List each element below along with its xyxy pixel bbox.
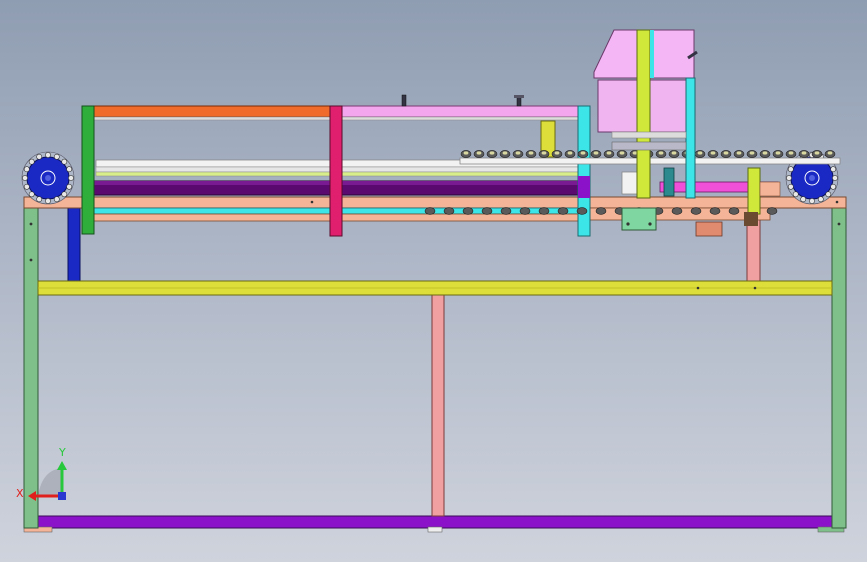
cyan-upright	[577, 105, 591, 237]
axis-x-label: X	[16, 487, 24, 500]
magenta-upright	[329, 105, 343, 237]
lime-post-right	[747, 167, 761, 215]
base-foot-center	[427, 526, 443, 533]
head-body-left	[597, 79, 639, 133]
center-column	[431, 293, 445, 517]
axis-y-label: Y	[58, 446, 66, 459]
head-column-cyan	[685, 77, 696, 199]
left-blue-post	[67, 205, 81, 282]
motor-box	[621, 207, 657, 231]
orange-top-rail	[87, 105, 337, 118]
frame-leg-right	[831, 205, 847, 529]
machine-drawing: Y X	[16, 29, 847, 533]
cad-viewport[interactable]: Y X	[0, 0, 867, 562]
base-belt	[27, 515, 841, 529]
left-green-upright	[81, 105, 95, 235]
head-body-right	[649, 79, 689, 133]
pink-top-rail	[335, 105, 589, 118]
main-top-beam	[23, 196, 847, 209]
head-column-lime	[636, 29, 651, 199]
frame-leg-left	[23, 205, 39, 529]
teal-cylinder	[663, 167, 675, 197]
